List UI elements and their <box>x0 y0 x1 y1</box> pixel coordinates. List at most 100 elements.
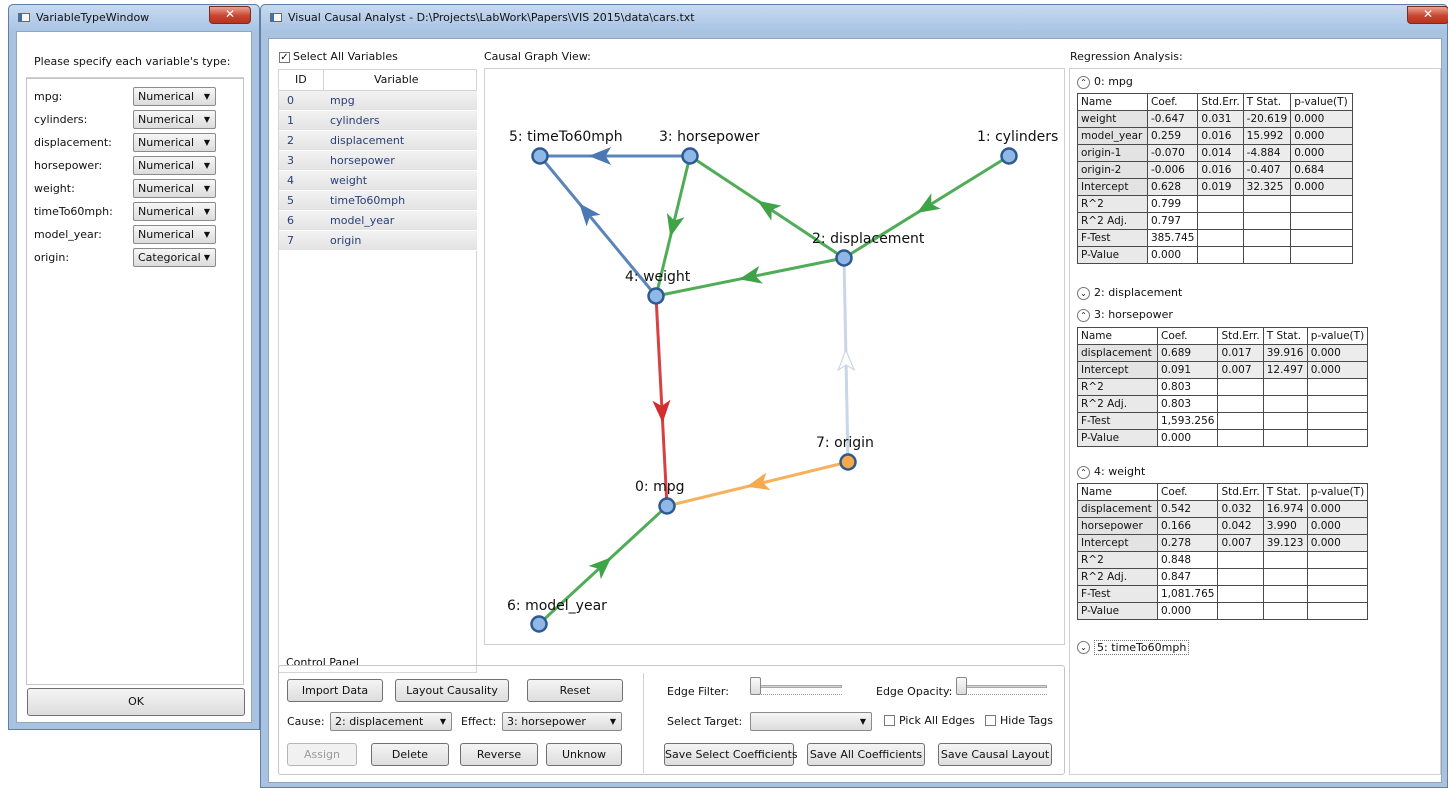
table-cell: R^2 <box>1077 195 1148 213</box>
id-column-header[interactable]: ID <box>295 73 307 86</box>
variable-list-row[interactable]: 3 horsepower <box>279 151 477 171</box>
save-select-coefficients-button[interactable]: Save Select Coefficients <box>664 743 798 766</box>
close-button[interactable]: ✕ <box>1407 6 1448 24</box>
table-cell: 0.689 <box>1156 344 1219 362</box>
variable-name: mpg <box>330 94 355 107</box>
column-header: Std.Err. <box>1197 93 1244 111</box>
regression-heading: Regression Analysis: <box>1070 50 1183 63</box>
column-header: Coef. <box>1156 327 1219 345</box>
graph-node-model_year[interactable] <box>530 615 548 633</box>
table-row: origin-2 -0.006 0.016 -0.407 0.684 <box>1077 161 1354 179</box>
table-cell <box>1242 212 1292 230</box>
table-cell <box>1306 551 1369 569</box>
variable-list-row[interactable]: 0 mpg <box>279 91 477 111</box>
control-panel-divider <box>643 673 644 773</box>
table-cell <box>1197 229 1244 247</box>
select-all-checkbox[interactable]: ✓ <box>279 52 290 63</box>
graph-node-horsepower[interactable] <box>681 147 699 165</box>
table-cell: 0.007 <box>1217 534 1264 552</box>
variable-list-row[interactable]: 2 displacement <box>279 131 477 151</box>
edge-filter-track[interactable] <box>752 685 842 688</box>
table-row: origin-1 -0.070 0.014 -4.884 0.000 <box>1077 144 1354 162</box>
graph-node-cylinders[interactable] <box>1000 147 1018 165</box>
variable-id: 1 <box>287 114 294 127</box>
collapse-icon[interactable]: ⌃ <box>1077 309 1090 322</box>
ok-button[interactable]: OK <box>27 688 245 716</box>
graph-node-label: 5: timeTo60mph <box>509 129 623 145</box>
table-cell: 0.542 <box>1156 500 1219 518</box>
unknow-button[interactable]: Unknow <box>546 743 622 766</box>
table-cell: -20.619 <box>1242 110 1292 128</box>
graph-node-displacement[interactable] <box>835 249 853 267</box>
causal-graph-canvas[interactable]: 5: timeTo60mph 3: horsepower 1: cylinders 2… <box>484 68 1065 645</box>
variable-id: 5 <box>287 194 294 207</box>
variable-list-row[interactable]: 5 timeTo60mph <box>279 191 477 211</box>
graph-node-label: 4: weight <box>625 269 691 285</box>
collapse-icon[interactable]: ⌃ <box>1077 466 1090 479</box>
graph-node-mpg[interactable] <box>658 497 676 515</box>
effect-select[interactable]: 3: horsepower ▼ <box>502 712 622 731</box>
edge-opacity-slider[interactable] <box>956 677 967 695</box>
variable-name: model_year <box>330 214 395 227</box>
table-cell: P-Value <box>1077 429 1158 447</box>
delete-button[interactable]: Delete <box>371 743 449 766</box>
variable-column-header[interactable]: Variable <box>374 73 419 86</box>
variable-list-row[interactable]: 6 model_year <box>279 211 477 231</box>
timeTo60mph-section-title[interactable]: 5: timeTo60mph <box>1094 640 1190 655</box>
reverse-button[interactable]: Reverse <box>460 743 538 766</box>
expand-icon[interactable]: ⌄ <box>1077 641 1090 654</box>
variable-name: weight <box>330 174 368 187</box>
graph-node-weight[interactable] <box>647 287 665 305</box>
edge-opacity-track[interactable] <box>957 685 1047 688</box>
table-cell: R^2 Adj. <box>1077 212 1148 230</box>
edge-filter-slider[interactable] <box>750 677 761 695</box>
cause-select[interactable]: 2: displacement ▼ <box>330 712 452 731</box>
table-cell: 0.000 <box>1306 500 1369 518</box>
table-cell: displacement <box>1077 344 1158 362</box>
chevron-down-icon: ▼ <box>439 717 446 726</box>
table-row: R^2 Adj. 0.847 <box>1077 568 1369 586</box>
table-cell: 0.042 <box>1217 517 1264 535</box>
column-header: Name <box>1077 93 1148 111</box>
table-cell <box>1306 378 1369 396</box>
variable-list-row[interactable]: 4 weight <box>279 171 477 191</box>
close-button[interactable]: ✕ <box>209 6 251 24</box>
table-cell: 0.000 <box>1156 602 1219 620</box>
graph-view-heading: Causal Graph View: <box>484 50 591 63</box>
layout-causality-button[interactable]: Layout Causality <box>395 679 509 702</box>
displacement-section-title[interactable]: 2: displacement <box>1094 286 1182 299</box>
graph-node-timeTo60mph[interactable] <box>531 147 549 165</box>
variable-list-row[interactable]: 1 cylinders <box>279 111 477 131</box>
save-causal-layout-button[interactable]: Save Causal Layout <box>938 743 1052 766</box>
hide-tags-label: Hide Tags <box>1000 714 1053 727</box>
horsepower-section-title[interactable]: 3: horsepower <box>1094 308 1173 321</box>
select-target-dropdown[interactable]: ▼ <box>750 712 872 731</box>
variable-name: origin <box>330 234 362 247</box>
assign-button[interactable]: Assign <box>287 743 357 766</box>
table-cell: R^2 Adj. <box>1077 568 1158 586</box>
import-data-button[interactable]: Import Data <box>287 679 383 702</box>
hide-tags-checkbox[interactable] <box>985 715 996 726</box>
variable-id: 0 <box>287 94 294 107</box>
main-window-titlebar[interactable]: Visual Causal Analyst - D:\Projects\LabW… <box>261 5 1448 31</box>
mpg-section-title[interactable]: 0: mpg <box>1094 75 1133 88</box>
table-row: P-Value 0.000 <box>1077 246 1354 264</box>
arrow-icon <box>757 200 782 221</box>
table-cell <box>1217 429 1264 447</box>
table-cell: 0.017 <box>1217 344 1264 362</box>
reset-button[interactable]: Reset <box>527 679 623 702</box>
variable-window-titlebar[interactable]: VariableTypeWindow ✕ <box>9 5 259 31</box>
table-cell: -0.070 <box>1146 144 1199 162</box>
pick-all-edges-checkbox[interactable] <box>884 715 895 726</box>
table-cell <box>1306 602 1369 620</box>
table-cell: weight <box>1077 110 1148 128</box>
save-all-coefficients-button[interactable]: Save All Coefficients <box>807 743 925 766</box>
weight-section-title[interactable]: 4: weight <box>1094 465 1145 478</box>
column-header: Coef. <box>1146 93 1199 111</box>
table-cell: 0.016 <box>1197 161 1244 179</box>
expand-icon[interactable]: ⌄ <box>1077 287 1090 300</box>
variable-list-row[interactable]: 7 origin <box>279 231 477 251</box>
graph-node-origin[interactable] <box>839 453 857 471</box>
select-target-label: Select Target: <box>667 715 743 728</box>
collapse-icon[interactable]: ⌃ <box>1077 76 1090 89</box>
